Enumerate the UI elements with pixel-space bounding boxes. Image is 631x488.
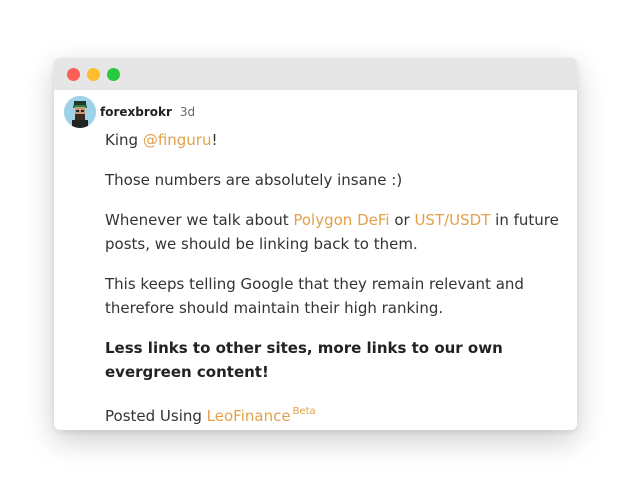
paragraph-linking: Whenever we talk about Polygon DeFi or U… — [105, 208, 577, 256]
footer-text: Posted Using — [105, 407, 207, 425]
leofinance-link[interactable]: LeoFinance — [207, 407, 291, 425]
post-timestamp: 3d — [179, 105, 196, 119]
window-titlebar — [54, 58, 577, 90]
posted-using-footer: Posted Using LeoFinance Beta — [105, 400, 577, 428]
mention-link[interactable]: @finguru — [143, 131, 212, 149]
beta-badge: Beta — [292, 406, 316, 417]
polygon-defi-link[interactable]: Polygon DeFi — [293, 211, 389, 229]
maximize-window-button[interactable] — [107, 67, 120, 81]
avatar[interactable] — [64, 96, 96, 128]
close-window-button[interactable] — [67, 67, 80, 81]
author-name[interactable]: forexbrokr — [100, 105, 172, 119]
minimize-window-button[interactable] — [87, 67, 100, 81]
post-body: King @finguru! Those numbers are absolut… — [105, 128, 577, 430]
paragraph-numbers: Those numbers are absolutely insane :) — [105, 171, 403, 189]
paragraph-greeting: King @finguru! — [105, 128, 577, 152]
ust-usdt-link[interactable]: UST/USDT — [414, 211, 490, 229]
post-window: forexbrokr 3d King @finguru! Those numbe… — [54, 58, 577, 430]
paragraph-google: This keeps telling Google that they rema… — [105, 275, 524, 317]
paragraph-bold: Less links to other sites, more links to… — [105, 339, 503, 381]
linking-text-1: Whenever we talk about — [105, 211, 294, 229]
post-header: forexbrokr 3d — [64, 96, 195, 128]
greeting-text: King — [105, 131, 143, 149]
greeting-suffix: ! — [211, 131, 218, 149]
linking-text-2: or — [389, 211, 415, 229]
